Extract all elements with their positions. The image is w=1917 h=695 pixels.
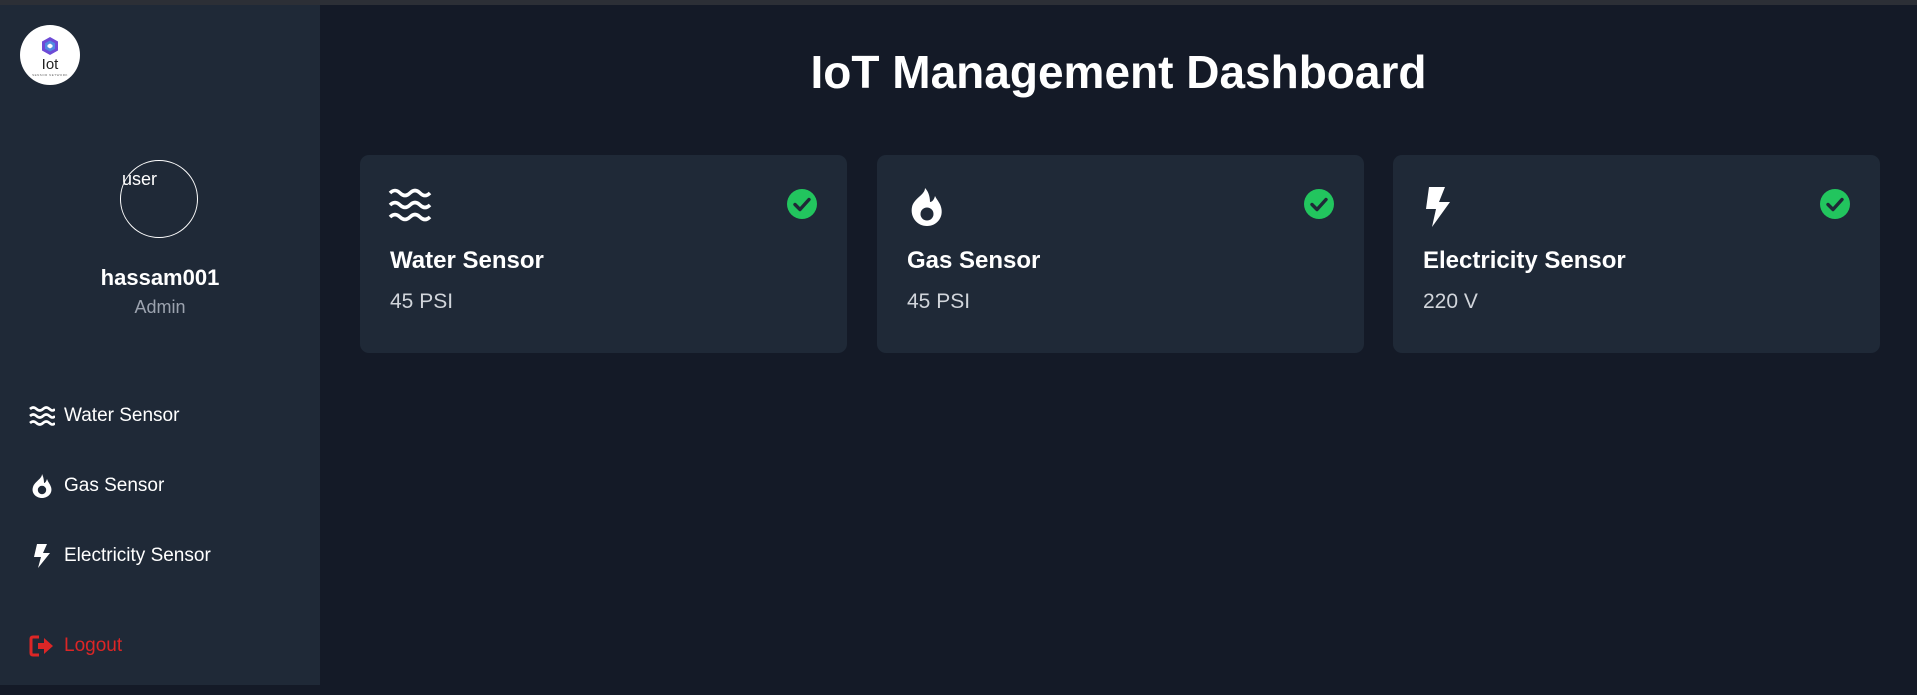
card-title: Electricity Sensor — [1423, 247, 1626, 274]
check-circle-icon — [1304, 189, 1334, 219]
sidebar-item-label: Electricity Sensor — [64, 545, 211, 566]
card-value: 220 V — [1423, 290, 1478, 313]
check-circle-icon — [787, 189, 817, 219]
card-title: Water Sensor — [390, 247, 544, 274]
app-logo[interactable]: Iot SENSOR NETWORK — [20, 25, 80, 85]
logout-icon — [28, 632, 56, 660]
sidebar-item-water-sensor[interactable]: Water Sensor — [28, 401, 298, 431]
fire-icon — [28, 472, 56, 500]
water-waves-icon — [28, 402, 56, 430]
logo-text: Iot — [41, 56, 59, 73]
hexagon-logo-icon — [42, 37, 58, 55]
logout-label: Logout — [64, 635, 123, 656]
sensor-card-electricity[interactable]: Electricity Sensor 220 V — [1393, 155, 1880, 353]
username: hassam001 — [100, 265, 220, 290]
fire-icon — [911, 188, 942, 226]
sidebar-item-gas-sensor[interactable]: Gas Sensor — [28, 471, 298, 501]
card-value: 45 PSI — [907, 290, 971, 313]
card-title: Gas Sensor — [907, 247, 1041, 274]
check-circle-icon — [1820, 189, 1850, 219]
sidebar-item-label: Gas Sensor — [64, 475, 165, 496]
sensor-card-water[interactable]: Water Sensor 45 PSI — [360, 155, 847, 353]
app-root: Iot SENSOR NETWORK user hassam001 Admin … — [0, 0, 1917, 695]
card-value: 45 PSI — [390, 290, 454, 313]
page-title: IoT Management Dashboard — [810, 46, 1427, 98]
logout-button[interactable]: Logout — [28, 631, 122, 661]
water-waves-icon — [388, 188, 432, 222]
bolt-icon — [28, 542, 56, 570]
sidebar: Iot SENSOR NETWORK user hassam001 Admin … — [0, 5, 320, 685]
sensor-card-gas[interactable]: Gas Sensor 45 PSI — [877, 155, 1364, 353]
bolt-icon — [1426, 187, 1450, 227]
sidebar-item-electricity-sensor[interactable]: Electricity Sensor — [28, 541, 298, 571]
logo-subtext: SENSOR NETWORK — [32, 73, 68, 77]
window-bottom-border — [0, 685, 1917, 695]
sidebar-item-label: Water Sensor — [64, 405, 180, 426]
user-role: Admin — [134, 297, 186, 317]
avatar-alt-text: user — [122, 169, 158, 189]
